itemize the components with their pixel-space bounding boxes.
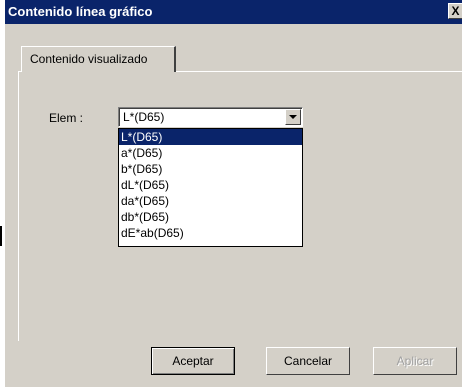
tab-contenido-visualizado[interactable]: Contenido visualizado (21, 46, 176, 72)
dropdown-option-a[interactable]: a*(D65) (119, 145, 302, 161)
elem-combobox-value: L*(D65) (123, 110, 165, 124)
dropdown-option-db[interactable]: db*(D65) (119, 209, 302, 225)
background-mark (0, 226, 2, 246)
dialog-window: Contenido línea gráfico X Contenido visu… (0, 0, 462, 387)
title-bar[interactable]: Contenido línea gráfico X (5, 0, 462, 24)
tab-label: Contenido visualizado (30, 52, 148, 66)
elem-dropdown-list: L*(D65) a*(D65) b*(D65) dL*(D65) da*(D65… (118, 128, 303, 247)
tab-panel-gap (22, 71, 174, 72)
close-icon: X (451, 4, 460, 18)
chevron-down-icon (289, 115, 297, 119)
elem-combobox[interactable]: L*(D65) (118, 107, 303, 127)
elem-label: Elem : (49, 111, 84, 125)
dropdown-option-da[interactable]: da*(D65) (119, 193, 302, 209)
cancel-button[interactable]: Cancelar (266, 347, 350, 375)
dropdown-option-b[interactable]: b*(D65) (119, 161, 302, 177)
dropdown-option-dl[interactable]: dL*(D65) (119, 177, 302, 193)
background-strip (0, 0, 5, 387)
dropdown-option-l[interactable]: L*(D65) (119, 129, 302, 145)
window-title: Contenido línea gráfico (8, 4, 153, 19)
dropdown-option-deab[interactable]: dE*ab(D65) (119, 225, 302, 241)
close-button[interactable]: X (448, 3, 462, 19)
accept-button[interactable]: Aceptar (151, 347, 235, 375)
apply-button[interactable]: Aplicar (373, 347, 457, 375)
dropdown-button[interactable] (285, 109, 301, 125)
